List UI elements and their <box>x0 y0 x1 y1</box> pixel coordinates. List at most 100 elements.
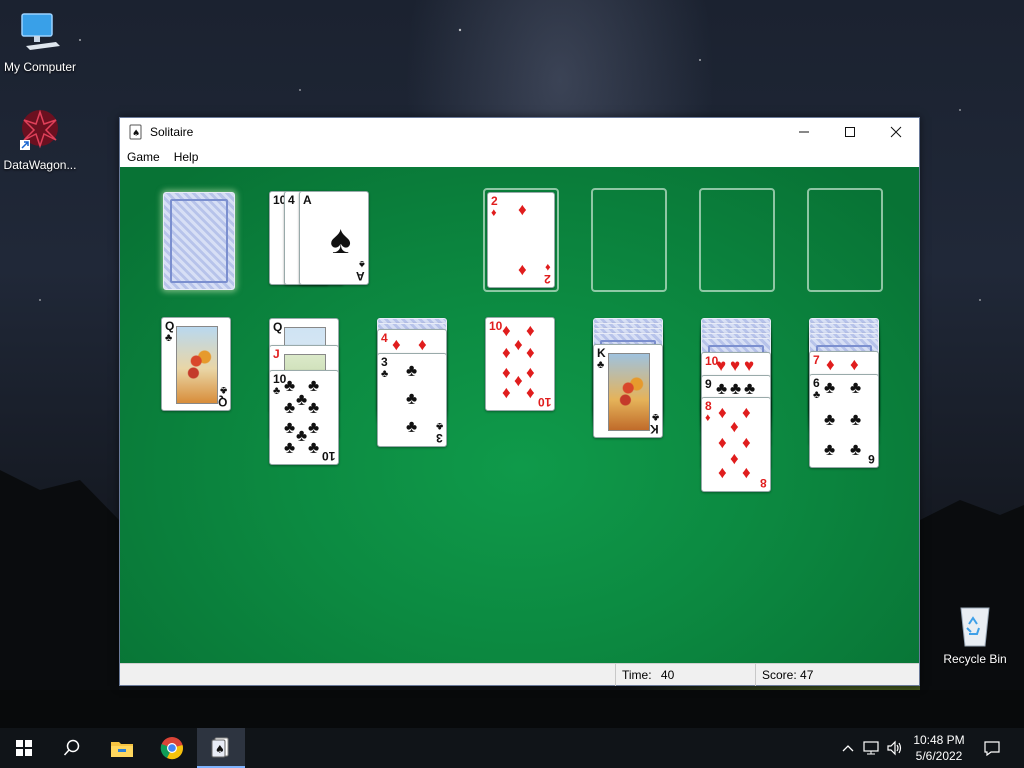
card-pip: ♦ <box>526 321 535 340</box>
start-button[interactable] <box>0 728 48 768</box>
file-explorer-icon <box>111 742 133 757</box>
card-pip: ♦ <box>718 403 727 422</box>
card-pip: ♦ <box>518 260 527 279</box>
taskbar: ♠ 10:48 PM 5/6/2022 <box>0 728 1024 768</box>
waste-top-card[interactable]: A ♠ A ♠ <box>299 191 369 285</box>
clock[interactable]: 10:48 PM 5/6/2022 <box>908 728 970 768</box>
close-button[interactable] <box>873 118 919 146</box>
tableau-card[interactable]: K ♣ K ♣ <box>593 344 663 438</box>
card-pip: ♦ <box>742 433 751 452</box>
app-shortcut-icon <box>20 109 58 150</box>
score-label: Score: 47 <box>762 668 814 682</box>
card-rank: A <box>303 193 312 207</box>
card-pip: ♣ <box>716 379 728 398</box>
network-button[interactable] <box>860 728 882 768</box>
tableau-card[interactable]: Q ♣ Q ♣ <box>161 317 231 411</box>
card-rank: 10 <box>489 319 503 333</box>
solitaire-taskbar-button[interactable]: ♠ <box>197 728 245 768</box>
menu-help[interactable]: Help <box>167 150 206 164</box>
card-rank: 4 <box>288 193 295 207</box>
notifications-button[interactable] <box>972 728 1012 768</box>
search-icon <box>63 739 80 756</box>
card-suit: ♦ <box>545 261 551 273</box>
stock-pile[interactable] <box>163 192 235 290</box>
card-pip: ♣ <box>308 438 320 457</box>
card-pip: ♦ <box>718 433 727 452</box>
card-rank: Q <box>217 395 227 409</box>
card-suit: ♣ <box>165 332 173 344</box>
card-suit: ♣ <box>435 420 443 432</box>
card-pip: ♣ <box>850 378 862 397</box>
foundation-3[interactable] <box>699 188 775 292</box>
tableau-card[interactable]: 6 ♣ ♣ ♣ ♣ ♣ ♣ ♣ 6 <box>809 374 879 468</box>
foundation-4[interactable] <box>807 188 883 292</box>
card-pip: ♣ <box>406 361 418 380</box>
computer-icon <box>21 13 60 50</box>
title-bar[interactable]: ♠ Solitaire <box>120 118 919 146</box>
card-pip: ♣ <box>824 410 836 429</box>
time-value: 40 <box>660 668 675 682</box>
card-rank: K <box>597 346 606 360</box>
game-board[interactable]: 10 4 A ♠ A ♠ 2 ♦ ♦ ♦ 2 ♦ Q ♣ Q ♣ Q J 10 … <box>120 167 919 664</box>
face-card-art <box>608 353 650 431</box>
minimize-button[interactable] <box>781 118 827 146</box>
card-pip: ♣ <box>730 379 742 398</box>
chrome-button[interactable] <box>148 728 196 768</box>
tableau-card[interactable]: 10 ♦ ♦ ♦ ♦ ♦ ♦ ♦ ♦ ♦ ♦ 10 <box>485 317 555 411</box>
card-suit: ♣ <box>381 368 389 380</box>
card-suit: ♦ <box>705 412 711 424</box>
card-pip: ♣ <box>850 410 862 429</box>
card-suit: ♣ <box>651 411 659 423</box>
card-pip: ♣ <box>284 398 296 417</box>
volume-button[interactable] <box>884 728 906 768</box>
card-pip: ♦ <box>514 335 523 354</box>
file-explorer-button[interactable] <box>98 728 146 768</box>
card-pip: ♣ <box>824 378 836 397</box>
card-rank: 9 <box>705 377 712 391</box>
tableau-card[interactable]: 10 ♣ ♣ ♣ ♣ ♣ ♣ ♣ ♣ ♣ ♣ ♣ 10 <box>269 370 339 465</box>
svg-text:♠: ♠ <box>132 129 140 139</box>
card-pip: ♦ <box>514 371 523 390</box>
menu-game[interactable]: Game <box>120 150 167 164</box>
card-pip: ♣ <box>406 417 418 436</box>
card-rank: A <box>356 269 365 283</box>
card-pip: ♣ <box>308 376 320 395</box>
card-suit: ♣ <box>219 384 227 396</box>
foundation-card[interactable]: 2 ♦ ♦ ♦ 2 ♦ <box>487 192 555 288</box>
face-card-art <box>176 326 218 404</box>
menu-bar: Game Help <box>120 146 919 167</box>
card-rank: 7 <box>813 353 820 367</box>
tableau-card[interactable]: 8 ♦ ♦ ♦ ♦ ♦ ♦ ♦ ♦ ♦ 8 <box>701 397 771 492</box>
desktop-icon-my-computer[interactable]: My Computer <box>0 8 80 74</box>
card-pip: ♣ <box>284 418 296 437</box>
card-rank: 10 <box>537 395 551 409</box>
card-pip: ♦ <box>502 343 511 362</box>
solitaire-window[interactable]: ♠ Solitaire Game Help 10 4 A ♠ A ♠ 2 ♦ ♦… <box>119 117 920 686</box>
show-hidden-icons-button[interactable] <box>838 728 858 768</box>
maximize-button[interactable] <box>827 118 873 146</box>
card-pip: ♣ <box>308 418 320 437</box>
tableau-card[interactable]: 3 ♣ ♣ ♣ ♣ 3 ♣ <box>377 353 447 447</box>
card-pip: ♦ <box>526 343 535 362</box>
desktop-icon-recycle-bin[interactable]: Recycle Bin <box>935 600 1015 666</box>
desktop-icon-label: DataWagon... <box>3 158 77 172</box>
foundation-2[interactable] <box>591 188 667 292</box>
clock-date: 5/6/2022 <box>915 749 963 763</box>
desktop-icon-datawagon[interactable]: DataWagon... <box>0 106 80 172</box>
time-readout: Time: 40 <box>615 664 755 686</box>
card-suit: ♠ <box>359 258 365 270</box>
window-title: Solitaire <box>150 125 194 139</box>
foundation-1[interactable]: 2 ♦ ♦ ♦ 2 ♦ <box>483 188 559 292</box>
card-rank: 2 <box>491 194 498 208</box>
search-button[interactable] <box>48 728 96 768</box>
card-rank: 3 <box>381 355 388 369</box>
card-pip: ♦ <box>718 463 727 482</box>
card-suit: ♠ <box>330 218 352 262</box>
card-pip: ♣ <box>824 440 836 459</box>
card-pip: ♦ <box>502 383 511 402</box>
card-pip: ♣ <box>850 440 862 459</box>
chevron-up-icon <box>842 745 854 752</box>
score-readout: Score: 47 <box>755 664 919 686</box>
card-pip: ♦ <box>418 335 427 354</box>
card-rank: Q <box>273 320 283 334</box>
